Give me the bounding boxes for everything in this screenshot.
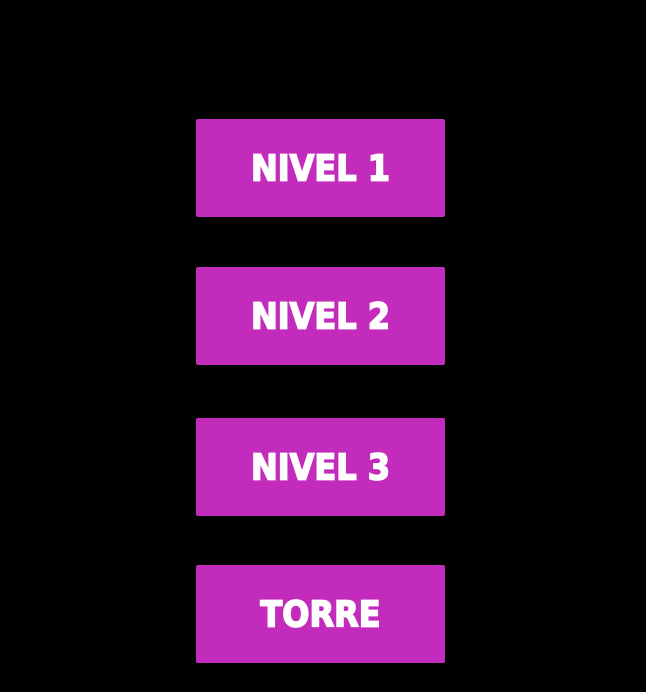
level-1-button[interactable]: NIVEL 1 xyxy=(196,119,445,217)
level-2-button[interactable]: NIVEL 2 xyxy=(196,267,445,365)
level-3-button-label: NIVEL 3 xyxy=(250,445,391,489)
tower-button-label: TORRE xyxy=(260,592,382,636)
tower-button[interactable]: TORRE xyxy=(196,565,445,663)
level-2-button-label: NIVEL 2 xyxy=(250,294,391,338)
level-3-button[interactable]: NIVEL 3 xyxy=(196,418,445,516)
level-select-menu: NIVEL 1 NIVEL 2 NIVEL 3 TORRE xyxy=(0,0,646,692)
level-1-button-label: NIVEL 1 xyxy=(250,146,391,190)
